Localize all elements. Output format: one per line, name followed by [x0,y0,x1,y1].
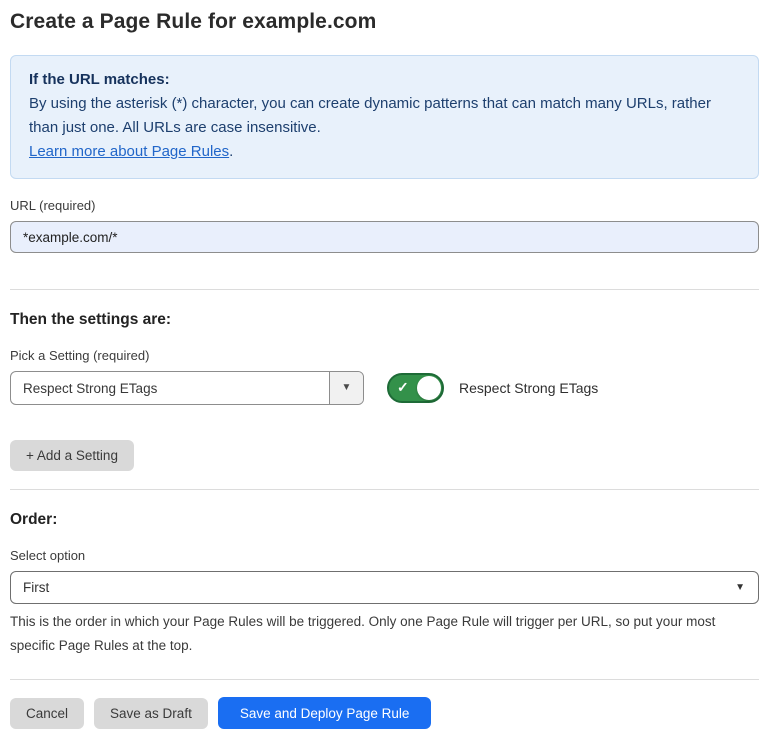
settings-section-heading: Then the settings are: [10,311,759,329]
order-select-value: First [23,580,49,595]
order-help-text: This is the order in which your Page Rul… [10,610,759,658]
info-box-heading: If the URL matches: [29,68,740,92]
divider [10,289,759,290]
cancel-button[interactable]: Cancel [10,698,84,729]
toggle-label: Respect Strong ETags [459,380,598,396]
pick-setting-label: Pick a Setting (required) [10,348,759,363]
url-input[interactable] [10,221,759,253]
divider [10,679,759,680]
save-draft-button[interactable]: Save as Draft [94,698,208,729]
order-select[interactable]: First ▼ [10,571,759,604]
chevron-down-icon: ▼ [735,583,745,593]
link-suffix: . [229,143,233,160]
form-actions: Cancel Save as Draft Save and Deploy Pag… [10,697,759,729]
chevron-down-icon: ▼ [342,383,352,393]
info-box-body: By using the asterisk (*) character, you… [29,92,740,140]
order-section-heading: Order: [10,511,759,529]
setting-dropdown-value: Respect Strong ETags [11,372,329,404]
divider [10,489,759,490]
page-rule-form: Create a Page Rule for example.com If th… [0,0,769,729]
save-deploy-button[interactable]: Save and Deploy Page Rule [218,697,432,729]
add-setting-button[interactable]: + Add a Setting [10,440,134,471]
check-icon: ✓ [397,379,409,396]
learn-more-link[interactable]: Learn more about Page Rules [29,143,229,160]
setting-dropdown[interactable]: Respect Strong ETags ▼ [10,371,364,405]
setting-toggle[interactable]: ✓ [387,373,444,403]
setting-row: Respect Strong ETags ▼ ✓ Respect Strong … [10,371,759,405]
setting-dropdown-button[interactable]: ▼ [329,372,363,404]
url-match-info-box: If the URL matches: By using the asteris… [10,55,759,179]
order-select-label: Select option [10,548,759,563]
url-field-label: URL (required) [10,198,759,213]
info-box-link-line: Learn more about Page Rules. [29,140,740,164]
page-title: Create a Page Rule for example.com [10,10,759,34]
toggle-knob [417,376,441,400]
